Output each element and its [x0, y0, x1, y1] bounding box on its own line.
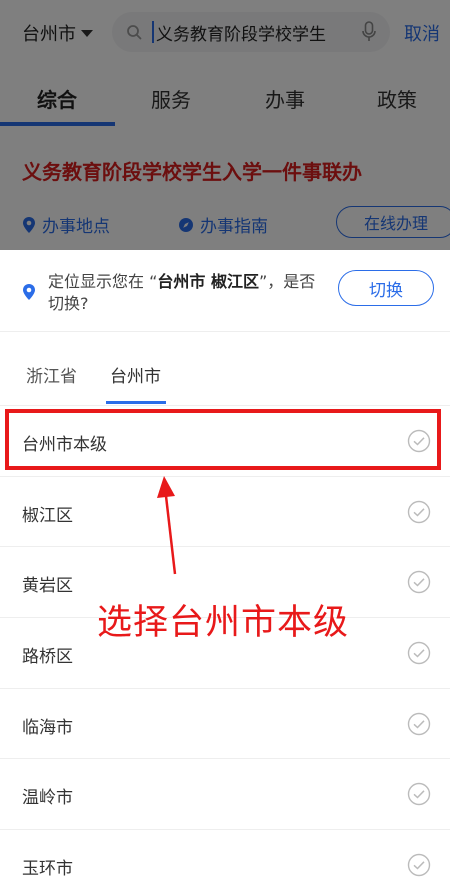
location-pin-icon — [23, 284, 35, 300]
region-item-label: 温岭市 — [22, 788, 73, 809]
switch-button[interactable]: 切换 — [338, 270, 434, 306]
region-item-jiaojiang[interactable]: 椒江区 — [0, 477, 450, 548]
region-tabs: 浙江省 台州市 — [0, 332, 450, 406]
region-item-label: 椒江区 — [22, 505, 73, 526]
region-list: 台州市本级 椒江区 黄岩区 路桥区 临海市 温岭市 玉环市 — [0, 406, 450, 894]
located-place: 台州市 椒江区 — [157, 272, 259, 291]
region-item-wenling[interactable]: 温岭市 — [0, 759, 450, 831]
location-prefix: 定位显示您在 “ — [48, 272, 158, 291]
region-tab-city[interactable]: 台州市 — [110, 362, 161, 387]
region-item-yuhuan[interactable]: 玉环市 — [0, 830, 450, 894]
region-item-label: 黄岩区 — [22, 576, 73, 597]
overlay-mask[interactable] — [0, 0, 450, 250]
region-item-label: 路桥区 — [22, 647, 73, 668]
region-item-linhai[interactable]: 临海市 — [0, 689, 450, 760]
region-item-label: 临海市 — [22, 717, 73, 738]
check-circle-icon — [407, 641, 431, 665]
location-prompt: 定位显示您在 “台州市 椒江区”，是否切换? 切换 — [0, 250, 450, 332]
region-item-label: 玉环市 — [22, 859, 73, 880]
region-tab-province[interactable]: 浙江省 — [26, 362, 77, 387]
active-region-tab-indicator — [106, 401, 166, 404]
annotation-text: 选择台州市本级 — [97, 603, 350, 643]
location-prompt-text: 定位显示您在 “台州市 椒江区”，是否切换? — [48, 271, 328, 315]
region-picker-sheet: 定位显示您在 “台州市 椒江区”，是否切换? 切换 浙江省 台州市 台州市本级 … — [0, 250, 450, 894]
highlight-box — [5, 409, 441, 470]
check-circle-icon — [407, 853, 431, 877]
check-circle-icon — [407, 571, 431, 594]
check-circle-icon — [407, 500, 431, 523]
check-circle-icon — [407, 712, 431, 735]
check-circle-icon — [407, 783, 431, 806]
